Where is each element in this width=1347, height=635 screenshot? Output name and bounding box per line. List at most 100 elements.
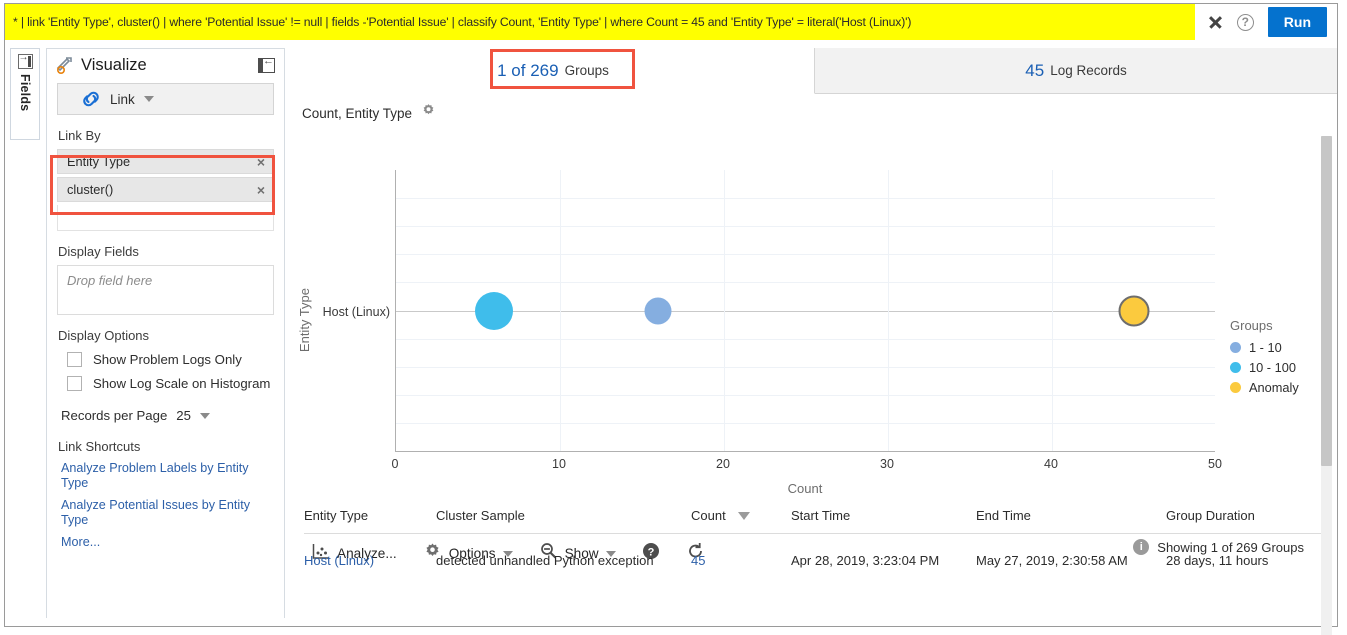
- chart-type-selector[interactable]: Link: [57, 83, 274, 115]
- shortcut-analyze-problem-labels[interactable]: Analyze Problem Labels by Entity Type: [61, 461, 266, 491]
- legend-item-10-100[interactable]: 10 - 100: [1230, 360, 1330, 375]
- collapse-panel-icon[interactable]: [258, 58, 275, 73]
- gear-icon[interactable]: [421, 103, 436, 123]
- chart-bubble-group-10-100[interactable]: [475, 292, 513, 330]
- legend-label: Anomaly: [1249, 380, 1299, 395]
- tab-log-records-count: 45: [1025, 61, 1044, 81]
- query-actions: ? Run: [1195, 4, 1337, 40]
- link-by-chips: Entity Type × cluster() ×: [57, 149, 274, 202]
- chart-type-label: Link: [110, 92, 135, 107]
- column-header-count[interactable]: Count: [691, 500, 791, 534]
- shortcut-analyze-potential-issues[interactable]: Analyze Potential Issues by Entity Type: [61, 498, 266, 528]
- chevron-down-icon: [144, 96, 154, 102]
- column-header-count-label: Count: [691, 508, 726, 523]
- table-row[interactable]: Host (Linux) detected unhandled Python e…: [304, 534, 1321, 579]
- cell-count: 45: [691, 534, 791, 579]
- legend-color-swatch: [1230, 362, 1241, 373]
- gridline-h: [396, 198, 1215, 199]
- column-header-cluster-sample[interactable]: Cluster Sample: [436, 500, 691, 534]
- gridline-h: [396, 254, 1215, 255]
- chart-y-tick-wrap: Host (Linux): [312, 305, 390, 319]
- legend-label: 10 - 100: [1249, 360, 1296, 375]
- remove-chip-icon[interactable]: ×: [257, 154, 265, 170]
- chart-area: Entity Type Host (Linux): [292, 123, 1337, 483]
- checkbox-show-log-scale-on-histogram[interactable]: Show Log Scale on Histogram: [67, 376, 284, 391]
- chart-x-tick-40: 40: [1044, 457, 1058, 471]
- legend-label: 1 - 10: [1249, 340, 1282, 355]
- legend-item-anomaly[interactable]: Anomaly: [1230, 380, 1330, 395]
- link-by-label: Link By: [58, 128, 284, 143]
- tab-log-records-label: Log Records: [1050, 63, 1127, 78]
- expand-panel-icon: [18, 54, 33, 69]
- display-fields-label: Display Fields: [58, 244, 284, 259]
- tab-groups-count: 1 of 269: [497, 61, 558, 81]
- link-by-drop-area[interactable]: [57, 205, 274, 231]
- query-input[interactable]: * | link 'Entity Type', cluster() | wher…: [5, 4, 1195, 40]
- results-table: Entity Type Cluster Sample Count Start T…: [304, 500, 1321, 578]
- chart-bubble-group-1-10[interactable]: [645, 298, 672, 325]
- checkbox-show-problem-logs-only[interactable]: Show Problem Logs Only: [67, 352, 284, 367]
- sort-descending-icon[interactable]: [738, 512, 750, 520]
- column-header-start-time[interactable]: Start Time: [791, 500, 976, 534]
- chart-legend: Groups 1 - 10 10 - 100 Anomaly: [1230, 318, 1330, 400]
- checkbox-label: Show Log Scale on Histogram: [93, 376, 270, 391]
- tab-log-records[interactable]: 45 Log Records: [815, 48, 1337, 93]
- legend-color-swatch: [1230, 342, 1241, 353]
- link-by-chip-entity-type[interactable]: Entity Type ×: [57, 149, 274, 174]
- chart-x-tick-30: 30: [880, 457, 894, 471]
- column-header-group-duration[interactable]: Group Duration: [1166, 500, 1321, 534]
- records-per-page-selector[interactable]: Records per Page 25: [61, 408, 284, 423]
- checkbox-box[interactable]: [67, 352, 82, 367]
- cell-cluster-sample: detected unhandled Python exception: [436, 534, 691, 579]
- records-per-page-label: Records per Page: [61, 408, 167, 423]
- fields-tab-label: Fields: [18, 74, 32, 111]
- chip-label: cluster(): [67, 182, 113, 197]
- chart-x-tick-50: 50: [1208, 457, 1222, 471]
- help-icon[interactable]: ?: [1237, 14, 1254, 31]
- visualize-title: Visualize: [81, 56, 147, 75]
- chart-legend-title: Groups: [1230, 318, 1330, 333]
- tab-groups-label: Groups: [565, 63, 609, 78]
- checkbox-box[interactable]: [67, 376, 82, 391]
- results-table-wrap: Entity Type Cluster Sample Count Start T…: [292, 500, 1337, 578]
- fields-panel-tab[interactable]: Fields: [10, 48, 40, 140]
- cell-end-time: May 27, 2019, 2:30:58 AM: [976, 534, 1166, 579]
- chart-x-tick-0: 0: [392, 457, 399, 471]
- display-fields-placeholder: Drop field here: [67, 273, 152, 288]
- gridline-h: [396, 423, 1215, 424]
- legend-color-swatch: [1230, 382, 1241, 393]
- gridline-h: [396, 367, 1215, 368]
- cell-entity-type: Host (Linux): [304, 534, 436, 579]
- vertical-scrollbar-track[interactable]: [1321, 136, 1332, 635]
- chart-header: Count, Entity Type: [292, 94, 1337, 123]
- tab-bar: 1 of 269 Groups 45 Log Records: [292, 48, 1337, 94]
- entity-type-link[interactable]: Host (Linux): [304, 553, 374, 568]
- checkbox-label: Show Problem Logs Only: [93, 352, 242, 367]
- close-icon[interactable]: [1207, 14, 1223, 30]
- gridline-v: [888, 170, 889, 451]
- chart-y-tick-label: Host (Linux): [312, 305, 390, 319]
- gridline-v: [560, 170, 561, 451]
- column-header-end-time[interactable]: End Time: [976, 500, 1166, 534]
- visualize-title-wrap: Visualize: [56, 56, 147, 75]
- chart-title: Count, Entity Type: [302, 106, 412, 121]
- run-button[interactable]: Run: [1268, 7, 1327, 37]
- table-header-row: Entity Type Cluster Sample Count Start T…: [304, 500, 1321, 534]
- legend-item-1-10[interactable]: 1 - 10: [1230, 340, 1330, 355]
- column-header-entity-type[interactable]: Entity Type: [304, 500, 436, 534]
- chart-plot-area: [395, 170, 1215, 452]
- display-fields-drop-zone[interactable]: Drop field here: [57, 265, 274, 315]
- query-text: * | link 'Entity Type', cluster() | wher…: [13, 15, 911, 29]
- gridline-h: [396, 339, 1215, 340]
- visualize-panel: Visualize Link Link By Entity Type × clu…: [46, 48, 285, 618]
- chip-label: Entity Type: [67, 154, 130, 169]
- tab-groups[interactable]: 1 of 269 Groups: [292, 48, 815, 94]
- vertical-scrollbar-thumb[interactable]: [1321, 136, 1332, 466]
- chart-bubble-anomaly[interactable]: [1119, 296, 1150, 327]
- gridline-v: [724, 170, 725, 451]
- link-by-chip-cluster[interactable]: cluster() ×: [57, 177, 274, 202]
- chain-link-icon: [81, 91, 101, 107]
- count-link[interactable]: 45: [691, 553, 705, 568]
- shortcut-more[interactable]: More...: [61, 535, 266, 550]
- remove-chip-icon[interactable]: ×: [257, 182, 265, 198]
